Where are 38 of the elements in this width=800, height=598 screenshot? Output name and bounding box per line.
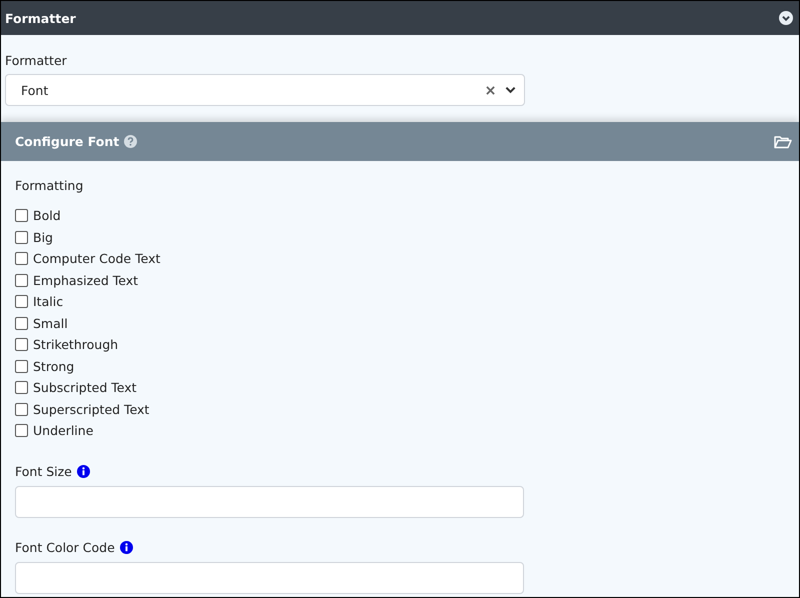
info-icon bbox=[76, 464, 90, 478]
clear-icon[interactable] bbox=[486, 86, 495, 94]
input-field[interactable] bbox=[15, 486, 524, 518]
field-label: Font Color Code bbox=[15, 540, 115, 554]
checkbox-label: Strikethrough bbox=[33, 337, 118, 352]
checkbox[interactable] bbox=[15, 274, 28, 287]
folder-icon[interactable] bbox=[774, 134, 792, 148]
info-icon bbox=[120, 540, 133, 554]
checkbox-label: Superscripted Text bbox=[33, 402, 150, 417]
field-label: Font Size bbox=[15, 464, 72, 478]
checkbox[interactable] bbox=[15, 209, 28, 222]
checkbox-label: Underline bbox=[33, 423, 94, 438]
checkbox[interactable] bbox=[15, 424, 28, 438]
checkbox[interactable] bbox=[15, 360, 28, 373]
checkbox-label: Subscripted Text bbox=[33, 380, 137, 396]
checkbox[interactable] bbox=[15, 295, 28, 308]
checkbox-label: Small bbox=[33, 316, 68, 331]
checkbox[interactable] bbox=[15, 230, 28, 244]
checkbox-label: Computer Code Text bbox=[33, 251, 160, 266]
checkbox-label: Big bbox=[33, 230, 53, 245]
checkbox-label: Emphasized Text bbox=[33, 272, 138, 288]
checkbox[interactable] bbox=[15, 316, 28, 330]
checkbox[interactable] bbox=[15, 402, 28, 416]
panel-title: Formatter bbox=[5, 10, 76, 26]
checkbox-label: Strong bbox=[33, 358, 74, 374]
field-label: Formatter bbox=[5, 53, 68, 68]
checkbox-label: Bold bbox=[33, 208, 61, 224]
formatter-select[interactable]: Font bbox=[5, 74, 525, 106]
group-label: Formatting bbox=[15, 178, 84, 193]
input-field[interactable] bbox=[15, 562, 524, 594]
checkbox[interactable] bbox=[15, 381, 28, 394]
chevron-down-icon[interactable] bbox=[505, 86, 516, 94]
chevron-down-icon[interactable] bbox=[779, 11, 793, 25]
checkbox[interactable] bbox=[15, 338, 28, 352]
section-title: Configure Font bbox=[15, 134, 120, 149]
checkbox-label: Italic bbox=[33, 294, 64, 310]
checkbox[interactable] bbox=[15, 252, 28, 266]
help-icon[interactable] bbox=[124, 135, 138, 148]
